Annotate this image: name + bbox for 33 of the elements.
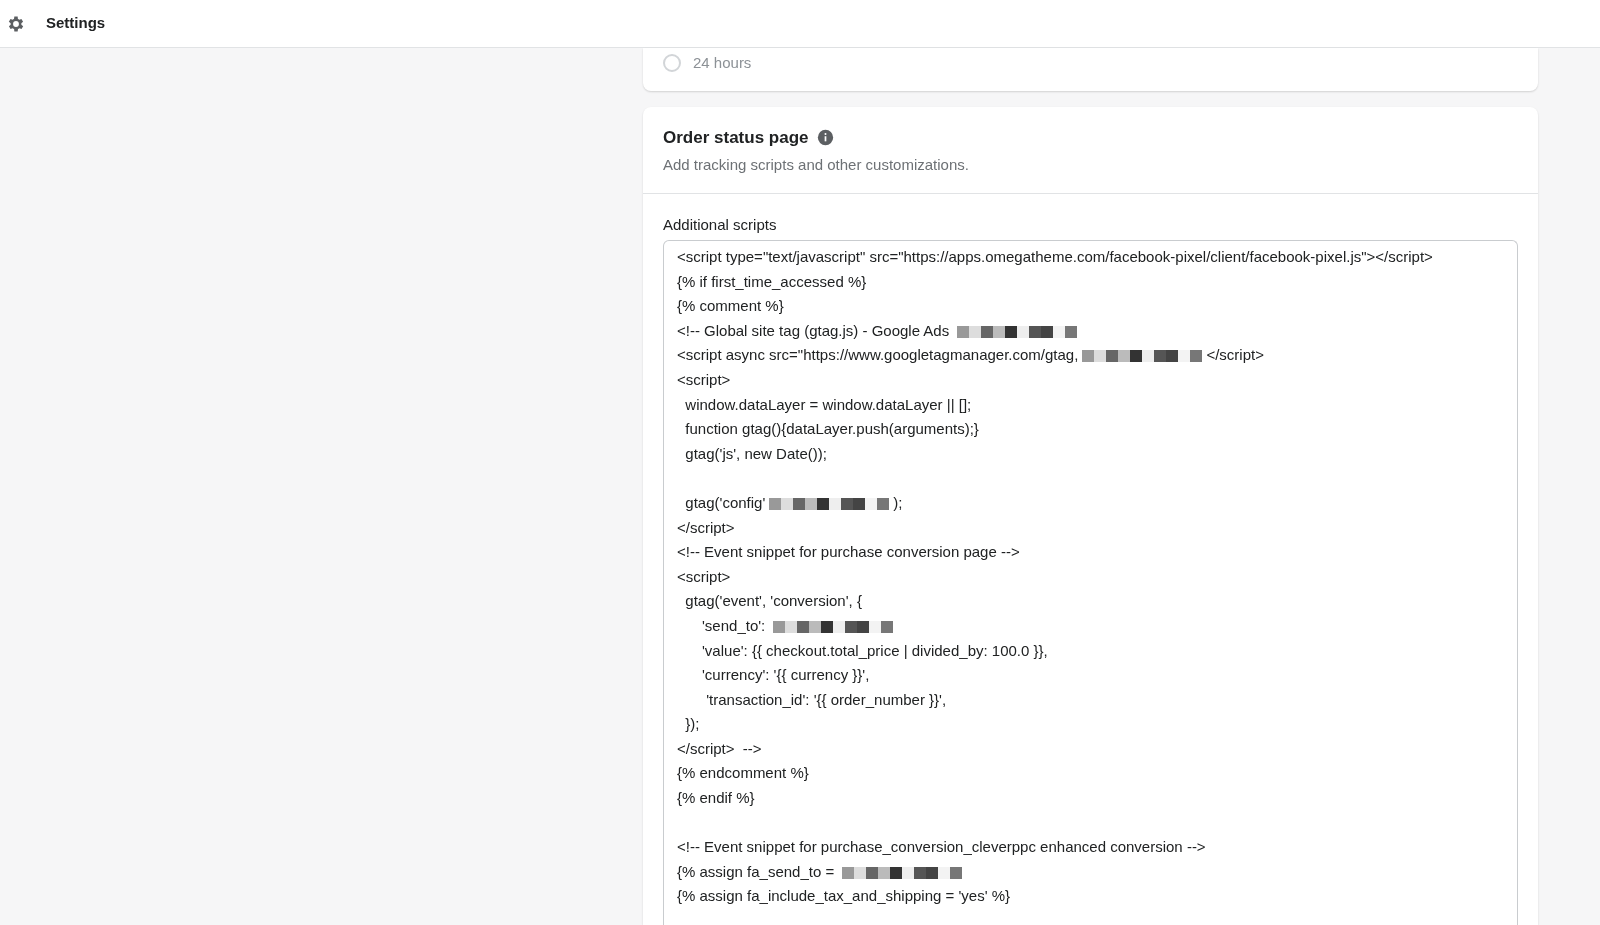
radio-label: 24 hours bbox=[693, 53, 752, 73]
code-line: <script> bbox=[677, 369, 732, 390]
code-line: <script async src="https://www.googletagmanager.com/gtag, </script> bbox=[677, 345, 1265, 366]
radio-button[interactable] bbox=[663, 54, 681, 73]
code-line: {% assign fa_include_tax_and_shipping = 'yes' %} bbox=[677, 886, 1012, 907]
card-title: Order status page bbox=[663, 126, 809, 149]
code-line: window.dataLayer = window.dataLayer || []; bbox=[684, 394, 973, 415]
scripts-text-area[interactable] bbox=[663, 240, 1518, 925]
code-line: {% if first_time_accessed %} bbox=[677, 271, 868, 292]
info-icon[interactable] bbox=[816, 128, 834, 146]
code-line: {% endcomment %} bbox=[677, 763, 810, 784]
code-line: <script> bbox=[677, 566, 732, 587]
code-line: <!-- Event snippet for purchase_conversion_cleverppc enhanced conversion --> bbox=[677, 837, 1207, 858]
code-line: gtag('config' ); bbox=[684, 492, 904, 513]
card-description: Add tracking scripts and other customizations. bbox=[663, 155, 970, 175]
field-label: Additional scripts bbox=[663, 214, 778, 235]
code-line: {% endif %} bbox=[677, 788, 756, 809]
code-line: {% comment %} bbox=[677, 296, 785, 317]
code-line: gtag('event', 'conversion', { bbox=[684, 591, 863, 612]
code-line: </script> bbox=[677, 517, 736, 538]
page-title: Settings bbox=[46, 13, 106, 34]
code-line: gtag('js', new Date()); bbox=[684, 443, 828, 464]
code-line: 'send_to': bbox=[677, 613, 1504, 639]
code-line: {% assign fa_send_to = bbox=[677, 859, 1504, 885]
code-line: 'currency': '{{ currency }}', bbox=[701, 665, 871, 686]
code-line: 'transaction_id': '{{ order_number }}', bbox=[705, 689, 948, 710]
code-line: <script type="text/javascript" src="https://apps.omegatheme.com/facebook-pixel/client/facebook-pixel.js"></script> bbox=[677, 247, 1434, 267]
code-line: </script> --> bbox=[677, 738, 763, 759]
code-line: <!-- Event snippet for purchase conversion page --> bbox=[677, 542, 1021, 563]
code-line: 'value': {{ checkout.total_price | divided_by: 100.0 }}, bbox=[701, 640, 1049, 661]
code-line: function gtag(){dataLayer.push(arguments);} bbox=[684, 419, 980, 440]
code-line: }); bbox=[684, 714, 701, 735]
code-line: <!-- Global site tag (gtag.js) - Google Ads bbox=[677, 318, 1504, 344]
